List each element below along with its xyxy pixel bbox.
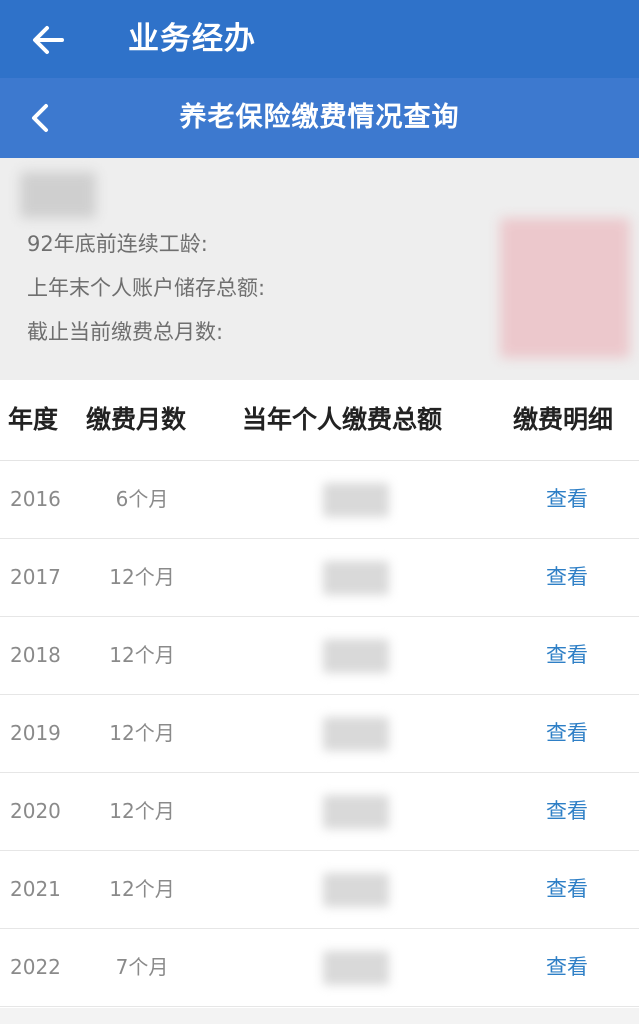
page-header: 养老保险缴费情况查询 (0, 78, 639, 158)
view-detail-link[interactable]: 查看 (546, 617, 588, 694)
row-months: 12个月 (109, 799, 175, 823)
summary-panel: 92年底前连续工龄: 上年末个人账户储存总额: 截止当前缴费总月数: (0, 158, 639, 380)
table-row: 2018 12个月 查看 (0, 617, 639, 695)
work-years-label: 92年底前连续工龄: (27, 232, 208, 256)
row-year: 2018 (10, 643, 61, 667)
amount-redacted (323, 795, 389, 829)
row-year: 2019 (10, 721, 61, 745)
row-months: 12个月 (109, 643, 175, 667)
amount-redacted (323, 483, 389, 517)
row-year: 2016 (10, 487, 61, 511)
row-months: 12个月 (109, 877, 175, 901)
row-months: 12个月 (109, 721, 175, 745)
view-detail-link[interactable]: 查看 (546, 929, 588, 1006)
payment-table: 年度 缴费月数 当年个人缴费总额 缴费明细 2016 6个月 查看 2017 1… (0, 380, 639, 1008)
row-months: 12个月 (109, 565, 175, 589)
page-title: 养老保险缴费情况查询 (179, 102, 460, 133)
row-year: 2022 (10, 955, 61, 979)
amount-redacted (323, 561, 389, 595)
header-detail: 缴费明细 (513, 405, 614, 434)
value-redacted (500, 218, 630, 358)
app-title: 业务经办 (128, 21, 256, 57)
months-total-label: 截止当前缴费总月数: (27, 320, 224, 344)
row-year: 2020 (10, 799, 61, 823)
table-row: 2019 12个月 查看 (0, 695, 639, 773)
header-months: 缴费月数 (86, 405, 187, 434)
table-row: 2022 7个月 查看 (0, 929, 639, 1007)
amount-redacted (323, 717, 389, 751)
view-detail-link[interactable]: 查看 (546, 539, 588, 616)
row-months: 6个月 (115, 487, 169, 511)
view-detail-link[interactable]: 查看 (546, 851, 588, 928)
amount-redacted (323, 873, 389, 907)
arrow-left-icon[interactable] (30, 22, 66, 58)
header-amount: 当年个人缴费总额 (242, 405, 443, 434)
row-year: 2021 (10, 877, 61, 901)
header-year: 年度 (8, 405, 59, 434)
name-redacted (20, 172, 96, 218)
view-detail-link[interactable]: 查看 (546, 461, 588, 538)
row-months: 7个月 (115, 955, 169, 979)
bottom-gap (0, 1008, 639, 1024)
table-row: 2020 12个月 查看 (0, 773, 639, 851)
table-row: 2021 12个月 查看 (0, 851, 639, 929)
app-bar: 业务经办 (0, 0, 639, 78)
table-row: 2016 6个月 查看 (0, 461, 639, 539)
amount-redacted (323, 951, 389, 985)
view-detail-link[interactable]: 查看 (546, 773, 588, 850)
table-row: 2017 12个月 查看 (0, 539, 639, 617)
amount-redacted (323, 639, 389, 673)
table-header: 年度 缴费月数 当年个人缴费总额 缴费明细 (0, 380, 639, 461)
account-total-label: 上年末个人账户储存总额: (27, 276, 266, 300)
row-year: 2017 (10, 565, 61, 589)
view-detail-link[interactable]: 查看 (546, 695, 588, 772)
